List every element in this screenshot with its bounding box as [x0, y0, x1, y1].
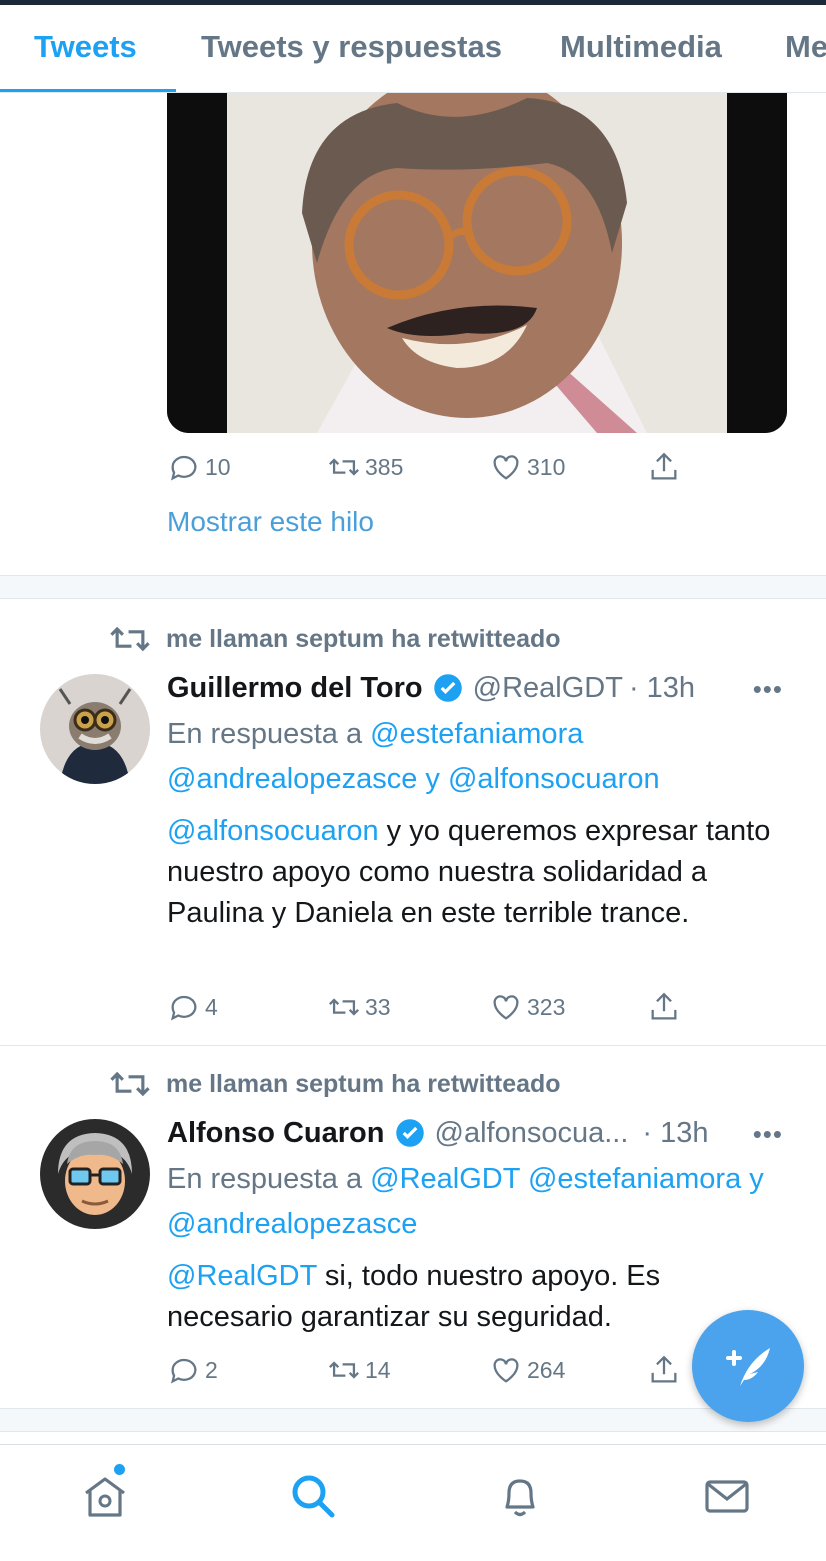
replying-to: En respuesta a @RealGDT @estefaniamora y…: [167, 1157, 797, 1247]
tweet-actions: 10 385 310: [167, 450, 707, 486]
share-icon: [651, 992, 677, 1020]
reply-icon: [170, 455, 197, 481]
bottom-navigation: [0, 1444, 826, 1561]
author-handle[interactable]: @RealGDT: [473, 672, 623, 705]
new-content-dot: [114, 1464, 125, 1475]
tweet-text: @RealGDT si, todo nuestro apoyo. Es nece…: [167, 1256, 787, 1338]
and-connector: y: [749, 1163, 764, 1195]
mention-link[interactable]: @andrealopezasce: [167, 763, 417, 795]
share-button[interactable]: [647, 450, 685, 484]
active-tab-indicator: [0, 89, 176, 92]
share-icon: [651, 452, 677, 480]
tweet-header: Alfonso Cuaron @alfonsocua... · 13h •••: [167, 1113, 807, 1153]
compose-tweet-button[interactable]: [692, 1310, 804, 1422]
retweet-context: me llaman septum ha retwitteado: [110, 1069, 561, 1099]
tweet-divider: [0, 1045, 826, 1046]
verified-badge-icon: [395, 1119, 424, 1147]
profile-tabs: Tweets Tweets y respuestas Multimedia Me: [0, 5, 826, 93]
mention-link[interactable]: @estefaniamora: [370, 718, 583, 750]
avatar[interactable]: [40, 674, 150, 784]
reply-button[interactable]: 2: [167, 1353, 218, 1387]
reply-button[interactable]: 4: [167, 990, 218, 1024]
retweet-button[interactable]: 385: [327, 450, 403, 484]
section-separator: [0, 575, 826, 599]
mention-link[interactable]: @alfonsocuaron: [167, 815, 379, 847]
like-count: 323: [527, 993, 566, 1020]
bell-icon: [505, 1479, 535, 1517]
nav-messages[interactable]: [702, 1471, 752, 1521]
author-name[interactable]: Alfonso Cuaron: [167, 1117, 385, 1150]
like-button[interactable]: 264: [489, 1353, 565, 1387]
like-button[interactable]: 323: [489, 990, 565, 1024]
tab-media[interactable]: Multimedia: [560, 29, 722, 65]
retweet-count: 33: [365, 993, 391, 1020]
like-button[interactable]: 310: [489, 450, 565, 484]
reply-icon: [170, 995, 197, 1021]
tab-likes[interactable]: Me: [785, 29, 826, 65]
retweet-icon: [110, 626, 150, 652]
home-icon: [85, 1477, 125, 1517]
mail-icon: [705, 1480, 749, 1513]
mention-link[interactable]: @estefaniamora: [528, 1163, 741, 1195]
section-separator: [0, 1408, 826, 1432]
and-connector: y: [425, 763, 440, 795]
retweeted-by-label: me llaman septum ha retwitteado: [166, 624, 561, 653]
replying-to: En respuesta a @estefaniamora @andrealop…: [167, 712, 797, 802]
retweet-icon: [329, 458, 359, 476]
tweet-media-image[interactable]: [167, 93, 787, 433]
retweet-icon: [110, 1071, 150, 1097]
heart-icon: [493, 1358, 519, 1383]
retweet-button[interactable]: 14: [327, 1353, 391, 1387]
author-name[interactable]: Guillermo del Toro: [167, 672, 423, 705]
tweet-actions: 2 14 264: [167, 1353, 707, 1389]
mention-link[interactable]: @RealGDT: [167, 1260, 317, 1292]
reply-count: 2: [205, 1356, 218, 1383]
share-button[interactable]: [647, 990, 685, 1024]
retweet-count: 14: [365, 1356, 391, 1383]
retweet-icon: [329, 1361, 359, 1379]
more-options-icon[interactable]: •••: [753, 1119, 783, 1150]
retweeted-by-label: me llaman septum ha retwitteado: [166, 1069, 561, 1098]
tab-tweets-and-replies[interactable]: Tweets y respuestas: [201, 29, 502, 65]
tweet-actions: 4 33 323: [167, 990, 707, 1026]
retweet-count: 385: [365, 453, 404, 480]
author-handle[interactable]: @alfonsocua...: [435, 1117, 629, 1150]
reply-count: 10: [205, 453, 231, 480]
show-thread-link[interactable]: Mostrar este hilo: [167, 506, 374, 538]
nav-search[interactable]: [288, 1471, 338, 1521]
search-icon: [292, 1475, 335, 1518]
nav-notifications[interactable]: [495, 1471, 545, 1521]
nav-home[interactable]: [80, 1471, 130, 1521]
retweet-button[interactable]: 33: [327, 990, 391, 1024]
share-button[interactable]: [647, 1353, 685, 1387]
mention-link[interactable]: @andrealopezasce: [167, 1208, 417, 1240]
reply-count: 4: [205, 993, 218, 1020]
reply-button[interactable]: 10: [167, 450, 231, 484]
share-icon: [651, 1355, 677, 1383]
replying-prefix: En respuesta a: [167, 1163, 363, 1195]
like-count: 310: [527, 453, 566, 480]
avatar[interactable]: [40, 1119, 150, 1229]
mention-link[interactable]: @alfonsocuaron: [448, 763, 660, 795]
heart-icon: [493, 995, 519, 1020]
reply-icon: [170, 1358, 197, 1384]
like-count: 264: [527, 1356, 566, 1383]
retweet-context: me llaman septum ha retwitteado: [110, 624, 561, 654]
more-options-icon[interactable]: •••: [753, 674, 783, 705]
retweet-icon: [329, 998, 359, 1016]
heart-icon: [493, 455, 519, 480]
compose-feather-icon: [726, 1348, 770, 1386]
tab-tweets[interactable]: Tweets: [34, 29, 137, 65]
tweet-time[interactable]: · 13h: [629, 672, 695, 705]
tweet-text: @alfonsocuaron y yo queremos expresar ta…: [167, 811, 787, 934]
verified-badge-icon: [433, 674, 462, 702]
tweet-time[interactable]: · 13h: [642, 1117, 708, 1150]
mention-link[interactable]: @RealGDT: [370, 1163, 520, 1195]
tweet-header: Guillermo del Toro @RealGDT · 13h •••: [167, 668, 807, 708]
replying-prefix: En respuesta a: [167, 718, 363, 750]
